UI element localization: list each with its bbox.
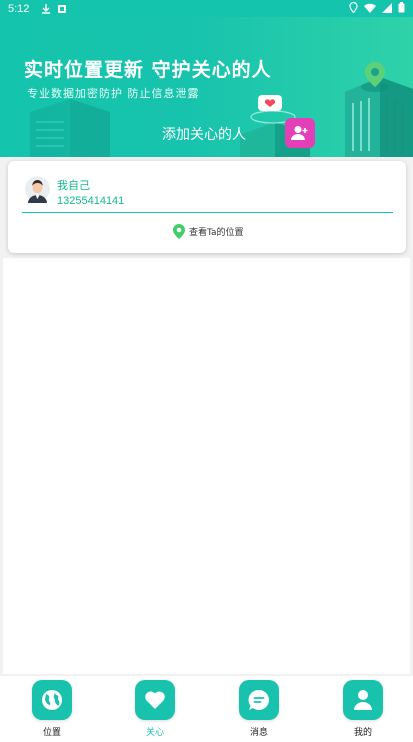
view-location-button[interactable]: 查看Ta的位置 — [173, 224, 244, 239]
banner-subtitle: 专业数据加密防护 防止信息泄露 — [27, 87, 200, 100]
tab-messages[interactable]: 消息 — [229, 680, 289, 738]
add-user-icon — [291, 126, 308, 140]
tab-location-label: 位置 — [42, 728, 61, 738]
location-status-icon — [349, 2, 358, 13]
hero-banner: 实时位置更新 守护关心的人 专业数据加密防护 防止信息泄露 添加关心的人 — [0, 17, 413, 157]
heart-icon — [145, 691, 165, 709]
card-divider — [22, 212, 393, 213]
avatar — [25, 176, 50, 203]
chat-icon — [248, 689, 269, 710]
view-location-label: 查看Ta的位置 — [189, 228, 244, 238]
globe-icon — [42, 690, 62, 710]
battery-icon — [398, 2, 405, 13]
banner-title: 实时位置更新 守护关心的人 — [24, 59, 272, 81]
wifi-icon — [364, 3, 376, 13]
tab-mine-label: 我的 — [353, 728, 372, 738]
location-pin-icon — [173, 224, 185, 239]
status-bar: 5:12 — [0, 0, 413, 17]
person-icon — [354, 690, 372, 710]
add-user-button[interactable] — [285, 118, 315, 148]
tab-mine[interactable]: 我的 — [333, 680, 393, 738]
contact-card[interactable]: 我自己 13255414141 查看Ta的位置 — [8, 161, 406, 253]
signal-icon — [382, 2, 392, 13]
contact-phone: 13255414141 — [57, 195, 125, 207]
contact-name: 我自己 — [57, 179, 90, 192]
tab-care[interactable]: 关心 — [125, 680, 185, 738]
add-caring-label[interactable]: 添加关心的人 — [162, 124, 246, 144]
status-time: 5:12 — [8, 2, 30, 15]
tab-messages-label: 消息 — [249, 728, 268, 738]
content-area — [3, 258, 410, 674]
tab-care-label: 关心 — [145, 728, 164, 738]
tab-location[interactable]: 位置 — [22, 680, 82, 738]
media-icon — [58, 4, 67, 13]
download-icon — [42, 3, 51, 14]
bottom-tab-bar: 位置 关心 消息 我的 — [0, 676, 413, 742]
